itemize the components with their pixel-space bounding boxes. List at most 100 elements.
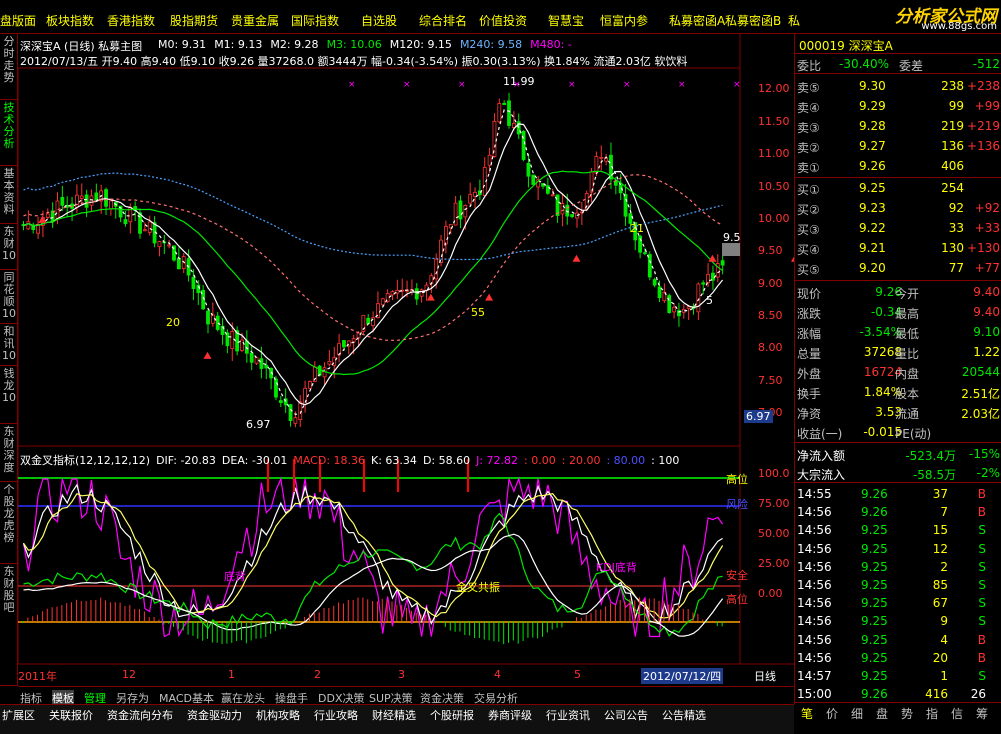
extension-tab[interactable]: 资金驱动力 (187, 707, 242, 723)
candle-body (176, 257, 181, 270)
bid-row-cell: 9.23 (859, 201, 886, 215)
left-tab[interactable]: 和讯10 (0, 324, 18, 366)
extension-tab[interactable]: 行业资讯 (546, 707, 590, 723)
tick-row-cell: 85 (932, 578, 948, 592)
price-marker (722, 243, 740, 256)
stat-row-cell: 净资 (797, 407, 822, 421)
ask-row-cell: 219 (941, 119, 964, 133)
stat-row-cell: 最低 (895, 327, 920, 341)
panel-tab[interactable]: 笔 (801, 705, 813, 722)
extension-tab[interactable]: 券商评级 (488, 707, 532, 723)
chart-canvas[interactable]: × × × × × × × × (18, 34, 794, 686)
tick-row-cell: 67 (932, 596, 948, 611)
extension-tab[interactable]: 财经精选 (372, 707, 416, 723)
menu-item[interactable]: 智慧宝 (548, 12, 584, 29)
panel-tab[interactable]: 指 (926, 705, 938, 722)
high-label: 11.99 (503, 75, 535, 88)
tick-row-cell: 14:56 (797, 596, 832, 611)
indicator-header: 双金叉指标(12,12,12,12) DIF: -20.83 DEA: -30.01… (20, 452, 685, 468)
menu-item[interactable]: 自选股 (361, 12, 397, 29)
indicator-value: DEA: -30.01 (221, 454, 288, 467)
buy-arrow (426, 293, 435, 301)
period-label-55: 55 (471, 306, 485, 319)
menu-item[interactable]: 股指期货 (170, 12, 218, 29)
tick-row-cell: 9.25 (861, 650, 888, 665)
extension-tab[interactable]: 扩展区 (2, 707, 35, 723)
stat-row-cell: 量比 (895, 347, 920, 361)
tick-row: 14:56 9.25 20 B (795, 648, 1001, 668)
panel-tab[interactable]: 筹 (976, 705, 988, 722)
candle-body (570, 214, 575, 217)
label-safe: 安全 (726, 569, 748, 582)
ma-value: M480: - (530, 38, 572, 51)
menu-item[interactable]: 综合排名 (419, 12, 467, 29)
kline-chart-area[interactable]: × × × × × × × × 深深宝A (日线) 私募主图 M0: 9.31 M1: 9.13… (18, 34, 794, 686)
stat-row-cell: 9.10 (973, 325, 1000, 339)
candle-body (259, 358, 264, 369)
quote-panel: 000019 深深宝A 委比 -30.40% 委差 -512 卖⑤ 9.30 238 +238 卖… (794, 34, 1001, 721)
menu-item[interactable]: 私募密函A (669, 12, 725, 29)
candle-body (560, 203, 565, 215)
candle-body (157, 241, 162, 248)
left-tab[interactable]: 基本资料 (0, 166, 18, 224)
ma-value: M0: 9.31 (158, 38, 207, 51)
indicator-tab-bar: 指标 模板 管理 另存为 MACD基本 赢在龙头 操盘手 DDX决策 SUP决策 资金决策 交易分析 (18, 686, 794, 706)
bid-row-cell: 买① (797, 183, 820, 197)
left-tab[interactable]: 个股龙虎榜 (0, 482, 18, 564)
weibi-row-cell: 委比 (797, 59, 822, 73)
time-tick: 2011年 (18, 670, 57, 683)
left-tab[interactable]: 东财深度 (0, 424, 18, 482)
menu-item[interactable]: 盘版面 (0, 12, 36, 29)
tick-row-cell: 9.26 (861, 487, 888, 501)
tick-row-cell: 20 (932, 650, 948, 665)
menu-item[interactable]: 贵重金属 (231, 12, 279, 29)
extension-tab[interactable]: 关联报价 (49, 707, 93, 723)
left-tab[interactable]: 同花顺10 (0, 270, 18, 324)
bid-row-cell: 254 (941, 181, 964, 195)
bid-row-cell: 买⑤ (797, 263, 820, 277)
extension-tab[interactable]: 公告精选 (662, 707, 706, 723)
menu-item[interactable]: 板块指数 (46, 12, 94, 29)
menu-item[interactable]: 价值投资 (479, 12, 527, 29)
left-tab[interactable]: 东财股吧 (0, 564, 18, 686)
candle-body (647, 254, 652, 278)
tick-row: 14:56 9.25 4 B (795, 630, 1001, 650)
menu-item[interactable]: 香港指数 (107, 12, 155, 29)
candle-body (147, 221, 152, 233)
left-tab[interactable]: 分时走势 (0, 34, 18, 100)
panel-tab[interactable]: 细 (851, 705, 863, 722)
stat-row-cell: 9.40 (973, 305, 1000, 319)
ma-line-white (23, 123, 724, 406)
left-tab[interactable]: 钱龙10 (0, 366, 18, 424)
cross-mark: × (678, 80, 686, 90)
menu-item[interactable]: 私 (788, 12, 800, 29)
tick-row-cell: 14:56 (797, 578, 832, 592)
indicator-value: DIF: -20.83 (156, 454, 216, 467)
left-tab[interactable]: 东财10 (0, 224, 18, 270)
extension-tab[interactable]: 公司公告 (604, 707, 648, 723)
candle-body (526, 162, 531, 177)
extension-tab[interactable]: 个股研报 (430, 707, 474, 723)
menu-item[interactable]: 私募密函B (725, 12, 781, 29)
menu-item[interactable]: 国际指数 (291, 12, 339, 29)
extension-tab[interactable]: 机构攻略 (256, 707, 300, 723)
bid-row-cell: 9.20 (859, 261, 886, 275)
candle-body (720, 260, 725, 266)
extension-tab[interactable]: 行业攻略 (314, 707, 358, 723)
left-tab[interactable]: 技术分析 (0, 100, 18, 166)
panel-tab[interactable]: 价 (826, 705, 838, 722)
panel-tab[interactable]: 盘 (876, 705, 888, 722)
candle-body (274, 378, 278, 398)
buy-arrow (485, 293, 494, 301)
menu-item[interactable]: 恒富内参 (600, 12, 648, 29)
price-tick: 8.50 (758, 309, 783, 322)
extension-tab[interactable]: 资金流向分布 (107, 707, 173, 723)
panel-tab[interactable]: 势 (901, 705, 913, 722)
label-risk: 风险 (726, 498, 748, 511)
logo-url: www.88gs.com (921, 21, 997, 32)
ma-value: M240: 9.58 (459, 38, 523, 51)
cross-mark: × (623, 80, 631, 90)
panel-tab[interactable]: 信 (951, 705, 963, 722)
candle-body (686, 306, 691, 309)
time-tick: 2 (314, 668, 321, 681)
